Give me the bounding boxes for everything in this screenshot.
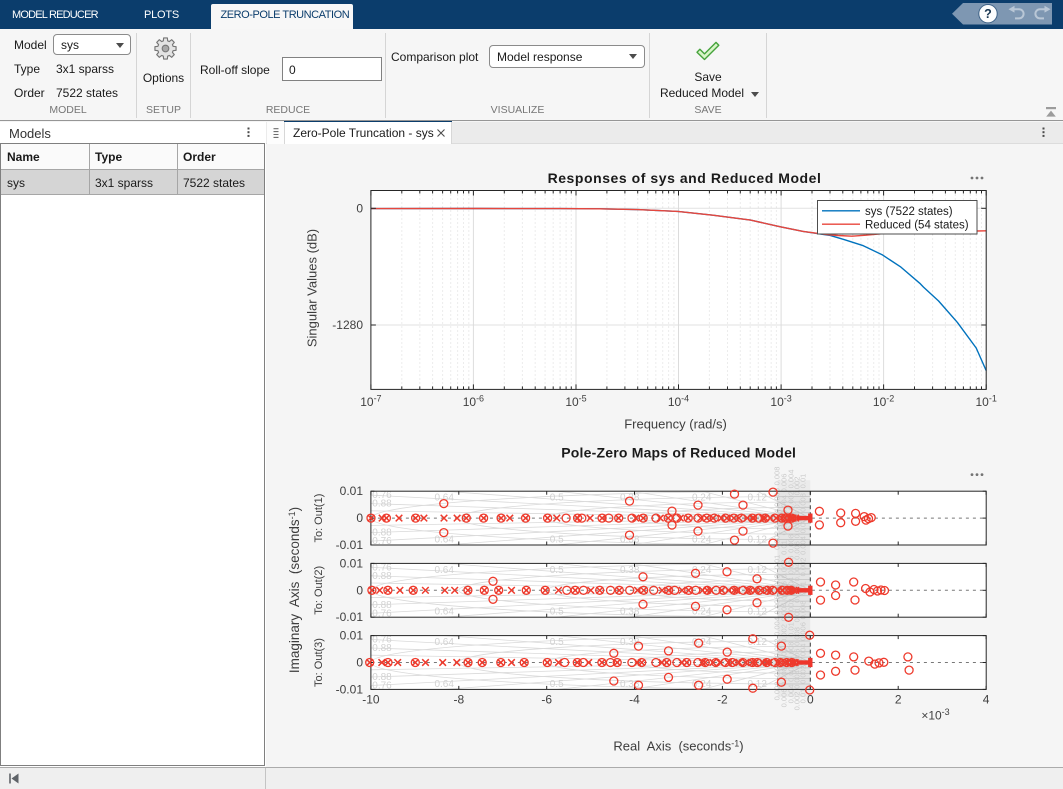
svg-text:Singular Values (dB): Singular Values (dB) [305, 229, 320, 347]
svg-text:0.88: 0.88 [372, 571, 392, 582]
svg-text:Imaginary Axis (seconds-1): Imaginary Axis (seconds-1) [287, 507, 302, 673]
svg-text:Frequency (rad/s): Frequency (rad/s) [624, 417, 727, 432]
svg-text:0.008: 0.008 [799, 601, 808, 620]
svg-text:Pole-Zero Maps of Reduced Mode: Pole-Zero Maps of Reduced Model [561, 444, 796, 460]
svg-text:0.88: 0.88 [372, 499, 392, 510]
svg-text:0.12: 0.12 [747, 535, 767, 546]
svg-text:0.5: 0.5 [550, 679, 564, 690]
svg-text:10-4: 10-4 [668, 394, 689, 410]
svg-text:10-6: 10-6 [463, 394, 484, 410]
svg-text:0.5: 0.5 [550, 535, 564, 546]
svg-text:To: Out(1): To: Out(1) [313, 494, 325, 543]
svg-text:0.12: 0.12 [747, 493, 767, 504]
svg-text:0.5: 0.5 [550, 565, 564, 576]
svg-text:0.88: 0.88 [372, 600, 392, 611]
svg-text:0: 0 [356, 583, 363, 597]
svg-text:10-7: 10-7 [360, 394, 381, 410]
svg-text:0.88: 0.88 [372, 643, 392, 654]
svg-text:0.64: 0.64 [434, 565, 454, 576]
svg-text:0.002: 0.002 [799, 558, 808, 577]
svg-text:2: 2 [895, 693, 902, 707]
svg-text:To: Out(2): To: Out(2) [313, 566, 325, 615]
svg-text:0.64: 0.64 [434, 637, 454, 648]
svg-text:0: 0 [356, 511, 363, 525]
svg-text:0: 0 [356, 656, 363, 670]
svg-text:Responses of sys and Reduced M: Responses of sys and Reduced Model [548, 170, 822, 186]
svg-text:-0.01: -0.01 [336, 610, 364, 624]
svg-text:0.01: 0.01 [340, 556, 364, 570]
svg-text:0.38: 0.38 [620, 607, 640, 618]
svg-text:0.24: 0.24 [692, 565, 712, 576]
svg-text:-0.01: -0.01 [336, 538, 364, 552]
svg-text:0.002: 0.002 [799, 665, 808, 684]
svg-text:0.01: 0.01 [340, 484, 364, 498]
svg-text:0.12: 0.12 [747, 607, 767, 618]
svg-text:0.004: 0.004 [799, 644, 808, 663]
svg-text:-2: -2 [717, 693, 728, 707]
svg-text:0.38: 0.38 [620, 493, 640, 504]
svg-text:4: 4 [983, 693, 990, 707]
svg-text:-0.01: -0.01 [336, 682, 364, 696]
svg-text:0.5: 0.5 [550, 493, 564, 504]
svg-text:0.008: 0.008 [799, 493, 808, 512]
svg-text:10-1: 10-1 [976, 394, 997, 410]
svg-text:Real Axis (seconds-1): Real Axis (seconds-1) [613, 739, 743, 754]
svg-text:0.5: 0.5 [550, 637, 564, 648]
svg-text:-1280: -1280 [332, 318, 363, 332]
svg-text:-10: -10 [362, 693, 380, 707]
svg-text:0.38: 0.38 [620, 535, 640, 546]
svg-text:0.01: 0.01 [799, 474, 808, 489]
svg-text:0.88: 0.88 [372, 672, 392, 683]
svg-text:0: 0 [356, 201, 363, 215]
svg-text:0.5: 0.5 [550, 607, 564, 618]
svg-text:-8: -8 [453, 693, 464, 707]
svg-text:0.24: 0.24 [692, 535, 712, 546]
svg-text:0.01: 0.01 [340, 629, 364, 643]
svg-text:-4: -4 [629, 693, 640, 707]
svg-text:0.64: 0.64 [434, 607, 454, 618]
svg-text:-6: -6 [541, 693, 552, 707]
svg-text:0.64: 0.64 [434, 493, 454, 504]
svg-text:10-2: 10-2 [873, 394, 894, 410]
svg-text:×10-3: ×10-3 [921, 707, 949, 723]
svg-text:?: ? [984, 7, 992, 21]
svg-text:To: Out(3): To: Out(3) [313, 638, 325, 687]
svg-text:0.38: 0.38 [620, 565, 640, 576]
svg-text:Reduced (54 states): Reduced (54 states) [865, 219, 969, 231]
svg-text:0.88: 0.88 [372, 528, 392, 539]
svg-text:10-5: 10-5 [565, 394, 586, 410]
svg-text:sys (7522 states): sys (7522 states) [865, 206, 953, 218]
svg-text:10-3: 10-3 [770, 394, 791, 410]
svg-text:0: 0 [807, 693, 814, 707]
svg-text:0.64: 0.64 [434, 679, 454, 690]
svg-text:0.24: 0.24 [692, 607, 712, 618]
